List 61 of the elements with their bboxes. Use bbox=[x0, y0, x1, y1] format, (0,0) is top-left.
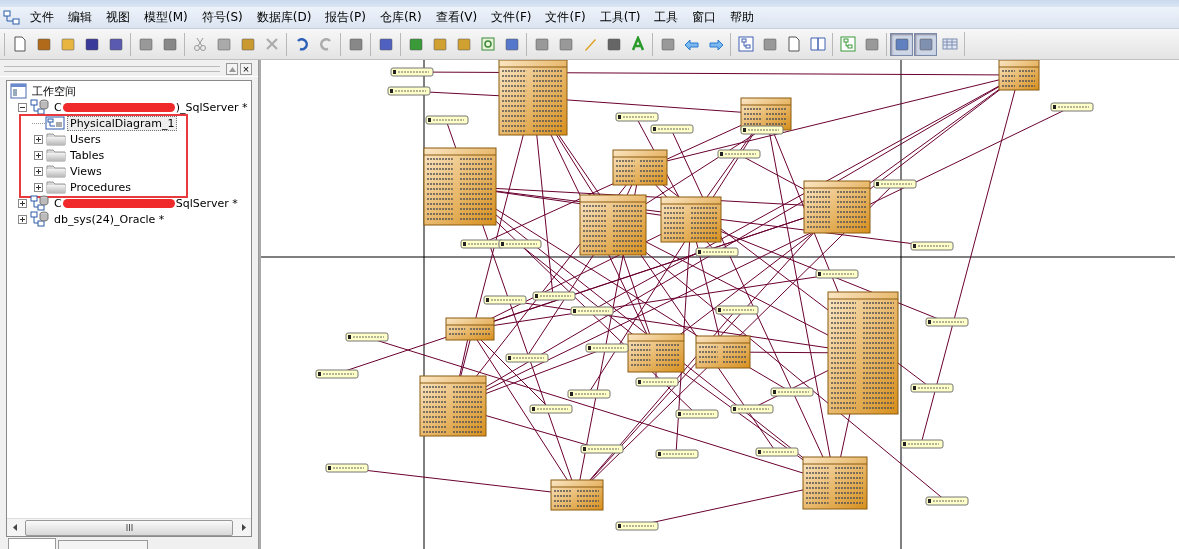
menu-item[interactable]: 视图 bbox=[99, 7, 137, 28]
scroll-up-button[interactable] bbox=[226, 63, 238, 75]
diagram-icon bbox=[839, 36, 856, 52]
diagram-icon bbox=[45, 116, 65, 130]
menu-item[interactable]: 文件 bbox=[23, 7, 61, 28]
triangle-left-icon bbox=[12, 524, 17, 531]
close-button[interactable]: × bbox=[240, 63, 252, 75]
cross-icon bbox=[263, 36, 280, 52]
toolbar-button[interactable] bbox=[914, 32, 937, 56]
expander-toggle[interactable] bbox=[18, 214, 27, 224]
tree-item[interactable]: Users bbox=[68, 132, 103, 146]
expander-toggle[interactable] bbox=[34, 166, 43, 176]
menu-item[interactable]: 帮助 bbox=[723, 7, 762, 28]
expander-toggle[interactable] bbox=[34, 134, 43, 144]
menu-item[interactable]: 模型(M) bbox=[137, 7, 195, 28]
redo-icon bbox=[317, 36, 334, 52]
menu-item[interactable]: 编辑 bbox=[61, 7, 99, 28]
menu-item[interactable]: 符号(S) bbox=[194, 7, 250, 28]
scissors-icon bbox=[191, 36, 208, 52]
grip-icon bbox=[125, 524, 133, 531]
menu-item[interactable]: 仓库(R) bbox=[372, 7, 429, 28]
expander-toggle[interactable] bbox=[34, 150, 43, 160]
database-model-icon bbox=[30, 99, 50, 115]
workspace-icon bbox=[10, 83, 28, 99]
tree-item[interactable]: db_sys(24)_Oracle * bbox=[52, 212, 167, 226]
menu-item[interactable]: 窗口 bbox=[685, 7, 724, 28]
tree-item[interactable]: Views bbox=[68, 164, 104, 178]
text-tool-icon bbox=[629, 36, 646, 52]
menu-item[interactable]: 查看(V) bbox=[428, 7, 485, 28]
tree-item-label[interactable]: C bbox=[54, 196, 62, 210]
expander-toggle[interactable] bbox=[34, 182, 43, 192]
menu-item[interactable]: 文件(F) bbox=[484, 7, 539, 28]
triangle-up-icon bbox=[228, 66, 236, 72]
menu-item[interactable]: 工具 bbox=[647, 7, 686, 28]
app-logo-icon[interactable] bbox=[3, 9, 21, 26]
refresh-icon bbox=[479, 36, 496, 52]
database-model-icon bbox=[30, 195, 50, 211]
scrollbar-thumb[interactable] bbox=[25, 519, 233, 536]
triangle-right-icon bbox=[241, 524, 246, 531]
grid-icon bbox=[941, 36, 958, 52]
menu-item[interactable]: 数据库(D) bbox=[249, 7, 319, 28]
menu-item[interactable]: 文件(F) bbox=[538, 7, 593, 28]
square-icon bbox=[557, 36, 574, 52]
expander-toggle[interactable] bbox=[18, 102, 27, 112]
diagram-icon bbox=[737, 36, 754, 52]
tree-item-label[interactable]: SqlServer * bbox=[175, 196, 238, 210]
menu-item[interactable]: 报告(P) bbox=[318, 7, 373, 28]
panel-tab[interactable] bbox=[58, 540, 148, 549]
square-icon bbox=[533, 36, 550, 52]
menu-item[interactable]: 工具(T) bbox=[592, 7, 648, 28]
new-file-icon bbox=[11, 36, 28, 52]
tree-item[interactable]: Procedures bbox=[68, 180, 133, 194]
toolbar-button[interactable] bbox=[890, 32, 913, 56]
tree-item[interactable]: 工作空间 bbox=[30, 83, 78, 99]
page-icon bbox=[785, 36, 802, 52]
database-model-icon bbox=[30, 211, 50, 227]
tree-item[interactable]: Tables bbox=[68, 148, 107, 162]
tree-item-label[interactable]: )_SqlServer * bbox=[175, 100, 248, 114]
pages-icon bbox=[809, 36, 826, 52]
expander-toggle[interactable] bbox=[18, 198, 27, 208]
tree-item-label[interactable]: C bbox=[54, 100, 62, 114]
